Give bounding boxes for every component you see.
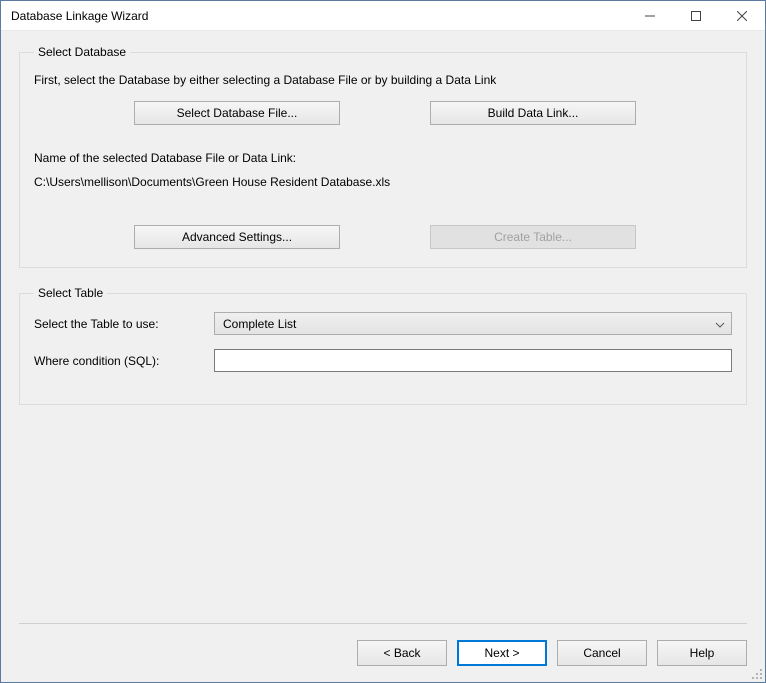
back-button[interactable]: < Back: [357, 640, 447, 666]
window-title: Database Linkage Wizard: [1, 9, 627, 23]
next-button[interactable]: Next >: [457, 640, 547, 666]
footer: < Back Next > Cancel Help: [1, 624, 765, 682]
cancel-button[interactable]: Cancel: [557, 640, 647, 666]
selected-file-path: C:\Users\mellison\Documents\Green House …: [34, 175, 732, 189]
close-button[interactable]: [719, 1, 765, 31]
build-data-link-button[interactable]: Build Data Link...: [430, 101, 636, 125]
select-database-instruction: First, select the Database by either sel…: [34, 73, 732, 87]
select-table-legend: Select Table: [34, 286, 107, 300]
select-table-group: Select Table Select the Table to use: Co…: [19, 286, 747, 405]
select-database-legend: Select Database: [34, 45, 130, 59]
help-button[interactable]: Help: [657, 640, 747, 666]
select-database-file-button[interactable]: Select Database File...: [134, 101, 340, 125]
where-label: Where condition (SQL):: [34, 354, 214, 368]
wizard-window: Database Linkage Wizard Select Database …: [0, 0, 766, 683]
maximize-button[interactable]: [673, 1, 719, 31]
table-label: Select the Table to use:: [34, 317, 214, 331]
minimize-button[interactable]: [627, 1, 673, 31]
selected-file-label: Name of the selected Database File or Da…: [34, 151, 732, 165]
resize-grip-icon[interactable]: [749, 666, 763, 680]
minimize-icon: [645, 11, 655, 21]
database-button-row: Select Database File... Build Data Link.…: [134, 101, 732, 125]
close-icon: [737, 11, 747, 21]
create-table-button: Create Table...: [430, 225, 636, 249]
chevron-down-icon: [715, 317, 725, 331]
select-database-group: Select Database First, select the Databa…: [19, 45, 747, 268]
advanced-settings-button[interactable]: Advanced Settings...: [134, 225, 340, 249]
where-row: Where condition (SQL):: [34, 349, 732, 372]
maximize-icon: [691, 11, 701, 21]
table-combobox[interactable]: Complete List: [214, 312, 732, 335]
table-row: Select the Table to use: Complete List: [34, 312, 732, 335]
where-condition-input[interactable]: [214, 349, 732, 372]
table-combobox-value: Complete List: [223, 317, 296, 331]
titlebar: Database Linkage Wizard: [1, 1, 765, 31]
database-button-row-2: Advanced Settings... Create Table...: [134, 225, 732, 249]
content-area: Select Database First, select the Databa…: [1, 31, 765, 623]
